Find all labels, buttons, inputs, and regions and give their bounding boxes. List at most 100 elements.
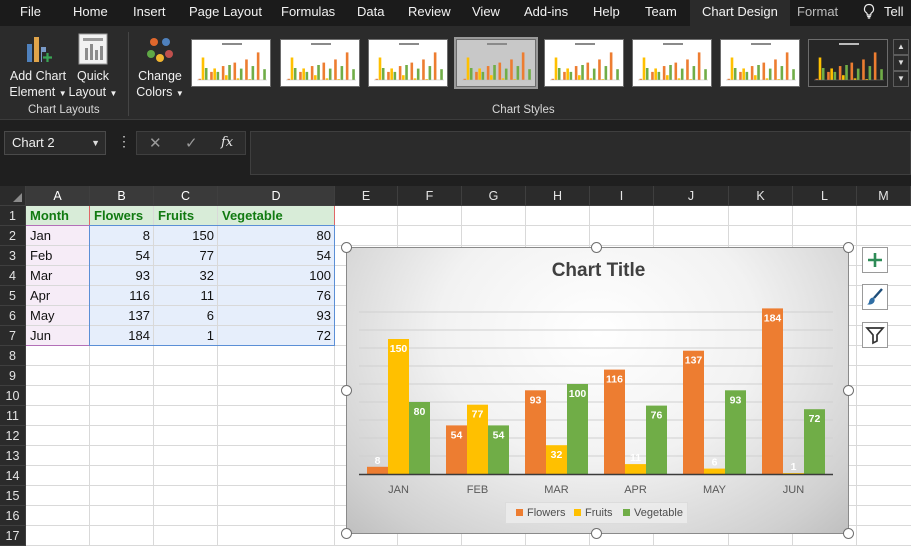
row-header-10[interactable]: 10	[0, 386, 26, 406]
column-header-i[interactable]: I	[590, 186, 654, 206]
chart-style-2[interactable]	[280, 39, 360, 87]
row-header-14[interactable]: 14	[0, 466, 26, 486]
thumbnail-bar	[251, 66, 255, 80]
add-chart-element-button[interactable]: Add Chart Element ▼	[6, 32, 70, 102]
row-header-17[interactable]: 17	[0, 526, 26, 546]
chart-filters-button[interactable]	[862, 322, 888, 348]
more-options-icon[interactable]: ⋮	[117, 133, 131, 150]
legend-swatch-vegetable	[623, 509, 630, 516]
tab-home[interactable]: Home	[73, 0, 108, 26]
resize-handle-top-right[interactable]	[843, 242, 854, 253]
column-header-k[interactable]: K	[729, 186, 793, 206]
bar-flowers-may[interactable]	[683, 350, 704, 474]
tab-page-layout[interactable]: Page Layout	[189, 0, 262, 26]
column-header-m[interactable]: M	[857, 186, 911, 206]
data-label: 11	[630, 452, 641, 464]
tab-review[interactable]: Review	[408, 0, 451, 26]
tell-me-search[interactable]: Tell	[862, 0, 904, 26]
fx-icon[interactable]: fx	[221, 135, 233, 150]
tab-file[interactable]: File	[20, 0, 41, 26]
thumbnail-bar	[574, 66, 578, 80]
column-header-j[interactable]: J	[654, 186, 729, 206]
thumbnail-bar	[428, 66, 432, 80]
resize-handle-left[interactable]	[341, 385, 352, 396]
chart-elements-button[interactable]	[862, 247, 888, 273]
tab-data[interactable]: Data	[357, 0, 384, 26]
chart-style-8[interactable]	[808, 39, 888, 87]
chart-style-6[interactable]	[632, 39, 712, 87]
column-header-b[interactable]: B	[90, 186, 154, 206]
name-box[interactable]: Chart 2 ▼	[4, 131, 106, 155]
row-header-6[interactable]: 6	[0, 306, 26, 326]
gallery-more-button[interactable]: ▼	[893, 71, 909, 87]
formula-input[interactable]	[250, 131, 911, 175]
excel-window: File Home Insert Page Layout Formulas Da…	[0, 0, 911, 546]
plot-area[interactable]: 8 150 80 JAN 54 77 54 FEB 93 32 100 MAR 116 11 76 APR 13…	[347, 248, 850, 535]
resize-handle-bottom-right[interactable]	[843, 528, 854, 539]
column-header-h[interactable]: H	[526, 186, 590, 206]
gallery-scroll-down-button[interactable]: ▼	[893, 55, 909, 71]
row-header-1[interactable]: 1	[0, 206, 26, 226]
chart-style-4[interactable]	[454, 37, 538, 89]
column-header-f[interactable]: F	[398, 186, 462, 206]
bar-flowers-jun[interactable]	[762, 308, 783, 474]
row-header-16[interactable]: 16	[0, 506, 26, 526]
chart-style-3[interactable]	[368, 39, 448, 87]
tab-help[interactable]: Help	[593, 0, 620, 26]
bar-fruits-apr[interactable]	[625, 464, 646, 474]
row-header-13[interactable]: 13	[0, 446, 26, 466]
column-header-d[interactable]: D	[218, 186, 335, 206]
row-header-8[interactable]: 8	[0, 346, 26, 366]
column-header-g[interactable]: G	[462, 186, 526, 206]
header-cell-month[interactable]: Month	[26, 206, 90, 226]
category-axis-label: JAN	[388, 484, 409, 496]
resize-handle-top[interactable]	[591, 242, 602, 253]
column-header-a[interactable]: A	[26, 186, 90, 206]
column-header-l[interactable]: L	[793, 186, 857, 206]
row-header-3[interactable]: 3	[0, 246, 26, 266]
thumbnail-title	[663, 43, 683, 45]
thumbnail-bar	[305, 71, 309, 80]
resize-handle-right[interactable]	[843, 385, 854, 396]
resize-handle-bottom[interactable]	[591, 528, 602, 539]
column-header-e[interactable]: E	[335, 186, 398, 206]
tab-insert[interactable]: Insert	[133, 0, 166, 26]
select-all-button[interactable]	[0, 186, 26, 206]
row-header-15[interactable]: 15	[0, 486, 26, 506]
chart-object[interactable]: Chart Title 8 150 80 JAN 54 77 54 FEB 93 32 100 MAR…	[346, 247, 849, 534]
thumbnail-bar	[416, 68, 420, 80]
row-header-9[interactable]: 9	[0, 366, 26, 386]
row-header-11[interactable]: 11	[0, 406, 26, 426]
tab-team[interactable]: Team	[645, 0, 677, 26]
chart-styles-button[interactable]	[862, 284, 888, 310]
resize-handle-bottom-left[interactable]	[341, 528, 352, 539]
bar-fruits-jan[interactable]	[388, 339, 409, 474]
row-header-7[interactable]: 7	[0, 326, 26, 346]
row-header-12[interactable]: 12	[0, 426, 26, 446]
row-header-5[interactable]: 5	[0, 286, 26, 306]
x-icon[interactable]: ✕	[149, 134, 162, 152]
row-header-2[interactable]: 2	[0, 226, 26, 246]
chart-style-7[interactable]	[720, 39, 800, 87]
tab-add-ins[interactable]: Add-ins	[524, 0, 568, 26]
quick-layout-button[interactable]: Quick Layout ▼	[68, 32, 118, 102]
bar-fruits-may[interactable]	[704, 468, 725, 474]
tab-formulas[interactable]: Formulas	[281, 0, 335, 26]
funnel-icon	[865, 327, 885, 345]
chart-legend[interactable]: Flowers Fruits Vegetable	[505, 502, 688, 524]
data-label: 150	[390, 343, 408, 355]
column-header-c[interactable]: C	[154, 186, 218, 206]
thumbnail-bar	[657, 71, 661, 80]
gallery-scroll-up-button[interactable]: ▲	[893, 39, 909, 55]
tab-view[interactable]: View	[472, 0, 500, 26]
resize-handle-top-left[interactable]	[341, 242, 352, 253]
check-icon[interactable]: ✓	[185, 134, 198, 152]
bar-flowers-jan[interactable]	[367, 466, 388, 474]
thumbnail-bar	[757, 65, 760, 80]
tab-chart-design[interactable]: Chart Design	[690, 0, 790, 26]
tab-format[interactable]: Format	[797, 0, 838, 26]
row-header-4[interactable]: 4	[0, 266, 26, 286]
change-colors-button[interactable]: Change Colors ▼	[134, 32, 186, 102]
chart-style-1[interactable]	[191, 39, 271, 87]
chart-style-5[interactable]	[544, 39, 624, 87]
